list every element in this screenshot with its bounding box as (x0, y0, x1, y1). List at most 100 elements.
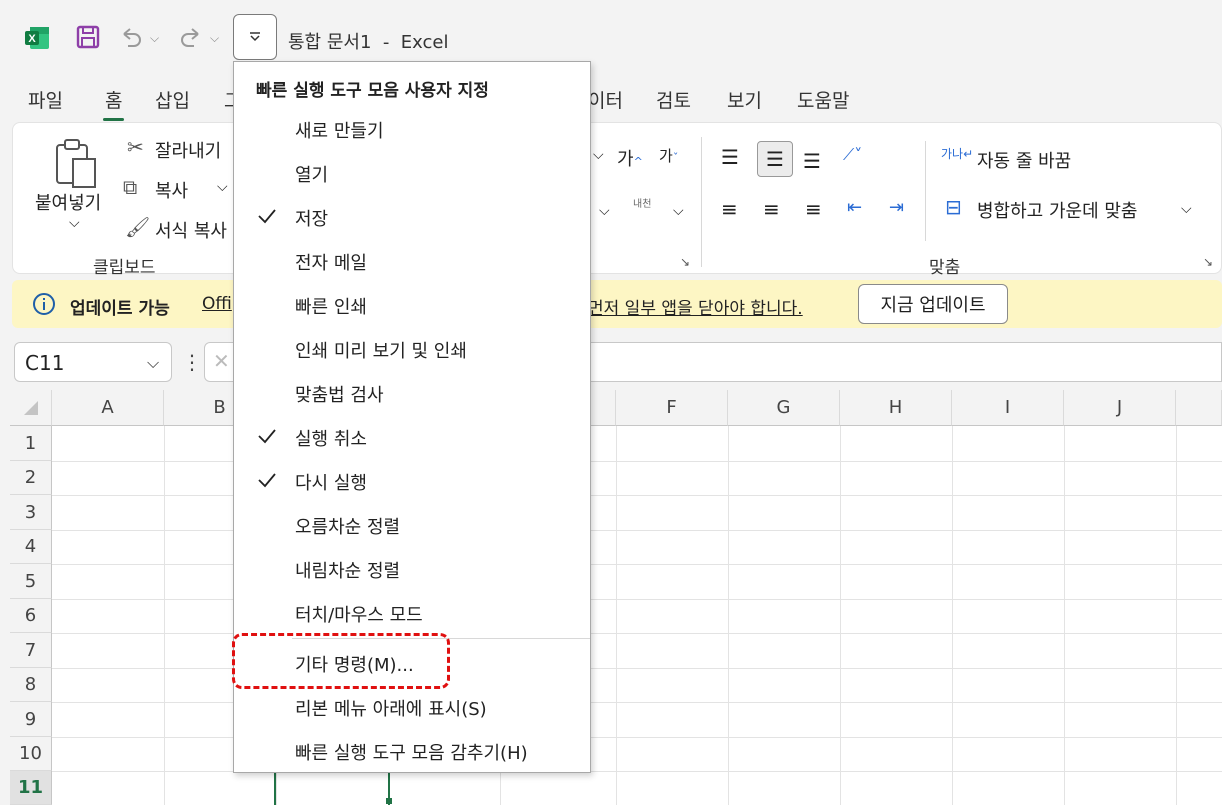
update-message[interactable]: 먼저 일부 앱을 닫아야 합니다. (588, 294, 803, 319)
align-middle-icon[interactable]: ☰ (757, 141, 793, 177)
menu-item-open[interactable]: 열기 (235, 152, 589, 196)
tab-view[interactable]: 보기 (727, 86, 762, 113)
increase-indent-icon[interactable]: ⇥ (889, 197, 904, 218)
orientation-icon[interactable]: ⟋˅ (843, 145, 862, 165)
column-header[interactable] (1176, 390, 1222, 426)
font-color-dropdown[interactable]: ⌵ (599, 203, 610, 219)
column-header[interactable]: J (1064, 390, 1176, 426)
tab-home[interactable]: 홈 (102, 86, 126, 121)
chevron-down-icon[interactable]: ⌵ (69, 215, 80, 231)
menu-item-email[interactable]: 전자 메일 (235, 240, 589, 284)
selected-cell[interactable] (274, 771, 390, 805)
grow-font-button[interactable]: 가^ (617, 145, 643, 171)
gridline (52, 771, 1222, 772)
menu-item-show-below-ribbon[interactable]: 리본 메뉴 아래에 표시(S) (235, 686, 589, 730)
tab-file[interactable]: 파일 (28, 86, 63, 113)
menu-item-undo[interactable]: 실행 취소 (235, 416, 589, 460)
cut-button[interactable]: 잘라내기 (155, 137, 221, 163)
row-header[interactable]: 3 (10, 495, 52, 530)
undo-button[interactable]: ⌵ (118, 23, 159, 53)
menu-item-print-preview[interactable]: 인쇄 미리 보기 및 인쇄 (235, 328, 589, 372)
chevron-down-icon[interactable]: ⌵ (147, 353, 159, 373)
update-now-button[interactable]: 지금 업데이트 (858, 284, 1008, 324)
clipboard-group-label: 클립보드 (93, 258, 156, 278)
column-header[interactable]: A (52, 390, 164, 426)
svg-text:X: X (28, 33, 36, 45)
checkmark-icon (258, 473, 276, 488)
menu-item-sort-ascending[interactable]: 오름차순 정렬 (235, 504, 589, 548)
decrease-indent-icon[interactable]: ⇤ (847, 197, 862, 218)
format-painter-button[interactable]: 서식 복사 (155, 217, 227, 243)
tab-help[interactable]: 도움말 (797, 86, 849, 113)
paste-button[interactable]: 붙여넣기 (35, 189, 101, 215)
more-options-icon[interactable]: ⋮ (182, 350, 202, 374)
shrink-font-button[interactable]: 가ˇ (659, 145, 678, 166)
tab-insert[interactable]: 삽입 (155, 86, 190, 113)
dialog-launcher-icon[interactable]: ↘ (680, 255, 690, 269)
row-header[interactable]: 6 (10, 599, 52, 633)
dialog-launcher-icon[interactable]: ↘ (1203, 255, 1213, 269)
row-header[interactable]: 1 (10, 426, 52, 461)
align-center-icon[interactable]: ≡ (763, 197, 780, 221)
update-link[interactable]: Offi (202, 294, 232, 314)
menu-item-spelling[interactable]: 맞춤법 검사 (235, 372, 589, 416)
column-header[interactable]: I (952, 390, 1064, 426)
checkmark-icon (258, 209, 276, 224)
row-header[interactable]: 4 (10, 530, 52, 564)
checkmark-icon (258, 429, 276, 444)
menu-item-hide-qat[interactable]: 빠른 실행 도구 모음 감추기(H) (235, 730, 589, 774)
gridline (1176, 426, 1177, 805)
gridline (52, 633, 1222, 634)
align-left-icon[interactable]: ≡ (721, 197, 738, 221)
fill-handle[interactable] (386, 798, 392, 804)
chevron-down-icon[interactable]: ⌵ (217, 179, 228, 195)
row-header[interactable]: 2 (10, 461, 52, 495)
gridline (164, 426, 165, 805)
chevron-down-icon[interactable]: ⌵ (673, 203, 684, 219)
update-title: 업데이트 가능 (70, 299, 170, 319)
row-header[interactable]: 5 (10, 564, 52, 599)
tab-review[interactable]: 검토 (656, 86, 691, 113)
font-size-dropdown[interactable]: ⌵ (593, 147, 604, 163)
align-right-icon[interactable]: ≡ (805, 197, 822, 221)
worksheet-grid[interactable]: A B C D E F G H I J 1 2 3 4 5 6 7 8 9 10… (10, 390, 1222, 805)
menu-header: 빠른 실행 도구 모음 사용자 지정 (256, 81, 489, 101)
row-header[interactable]: 10 (10, 737, 52, 771)
alignment-group-label: 맞춤 (929, 258, 961, 278)
select-all-icon (23, 400, 38, 415)
ribbon: 붙여넣기 ⌵ ✂ 잘라내기 ⧉ 복사 ⌵ 🖌 서식 복사 클립보드 ⌵ 가^ 가… (12, 122, 1222, 278)
menu-item-sort-descending[interactable]: 내림차순 정렬 (235, 548, 589, 592)
window-title: 통합 문서1 - Excel (288, 32, 449, 53)
column-header[interactable]: G (728, 390, 840, 426)
asian-layout-button[interactable]: 내천 (633, 195, 651, 210)
group-divider (701, 137, 702, 267)
menu-item-save[interactable]: 저장 (235, 196, 589, 240)
cancel-icon[interactable]: ✕ (213, 349, 230, 373)
column-header[interactable]: H (840, 390, 952, 426)
row-header[interactable]: 9 (10, 702, 52, 737)
menu-item-touch-mode[interactable]: 터치/마우스 모드 (235, 592, 589, 636)
undo-icon (123, 28, 141, 47)
align-bottom-icon[interactable]: ☰ (803, 149, 821, 173)
redo-button[interactable]: ⌵ (178, 23, 219, 53)
row-header[interactable]: 7 (10, 633, 52, 668)
customize-dropdown-icon (250, 32, 260, 42)
save-icon[interactable] (76, 25, 100, 49)
menu-item-new[interactable]: 새로 만들기 (235, 108, 589, 152)
column-header[interactable]: F (616, 390, 728, 426)
wrap-text-button[interactable]: 자동 줄 바꿈 (977, 147, 1071, 173)
align-top-icon[interactable]: ☰ (721, 145, 739, 169)
name-box[interactable]: C11 ⌵ (14, 342, 172, 382)
row-header[interactable]: 8 (10, 668, 52, 702)
menu-item-redo[interactable]: 다시 실행 (235, 460, 589, 504)
chevron-down-icon[interactable]: ⌵ (1181, 201, 1192, 217)
copy-button[interactable]: 복사 (155, 177, 188, 203)
row-header[interactable]: 11 (10, 771, 52, 805)
tab-data[interactable]: 이터 (588, 86, 623, 113)
select-all-corner[interactable] (10, 390, 52, 426)
gridline (52, 702, 1222, 703)
menu-item-quick-print[interactable]: 빠른 인쇄 (235, 284, 589, 328)
customize-qat-button[interactable] (233, 14, 277, 60)
merge-center-button[interactable]: 병합하고 가운데 맞춤 (977, 197, 1137, 223)
chevron-down-icon: ⌵ (210, 30, 220, 45)
